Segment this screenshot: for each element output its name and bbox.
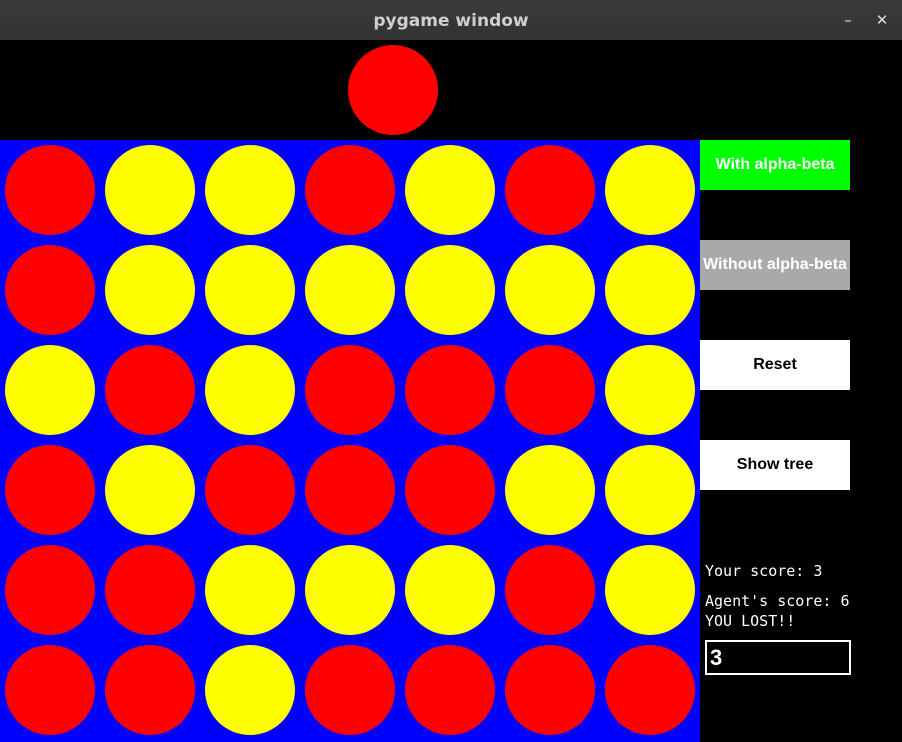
red-disc bbox=[5, 245, 95, 335]
red-disc bbox=[405, 645, 495, 735]
red-disc bbox=[405, 445, 495, 535]
game-canvas[interactable]: With alpha-beta Without alpha-beta Reset… bbox=[0, 40, 902, 742]
yellow-disc bbox=[205, 345, 295, 435]
red-disc bbox=[505, 645, 595, 735]
close-button[interactable]: ✕ bbox=[870, 8, 894, 32]
yellow-disc bbox=[305, 545, 395, 635]
yellow-disc bbox=[305, 245, 395, 335]
red-disc bbox=[105, 345, 195, 435]
reset-button[interactable]: Reset bbox=[700, 340, 850, 390]
yellow-disc bbox=[105, 245, 195, 335]
red-disc bbox=[305, 445, 395, 535]
window-title: pygame window bbox=[373, 11, 529, 31]
red-disc bbox=[105, 645, 195, 735]
game-result-text: YOU LOST!! bbox=[705, 612, 796, 630]
without-alpha-beta-button[interactable]: Without alpha-beta bbox=[700, 240, 850, 290]
agent-score-text: Agent's score: 6 bbox=[705, 592, 850, 610]
red-disc bbox=[505, 545, 595, 635]
red-disc bbox=[305, 345, 395, 435]
depth-input[interactable]: 3 bbox=[705, 640, 851, 675]
yellow-disc bbox=[605, 445, 695, 535]
yellow-disc bbox=[605, 545, 695, 635]
red-disc bbox=[105, 545, 195, 635]
yellow-disc bbox=[405, 145, 495, 235]
red-disc bbox=[205, 445, 295, 535]
connect-four-board[interactable] bbox=[0, 140, 700, 742]
your-score-text: Your score: 3 bbox=[705, 562, 823, 580]
red-disc bbox=[5, 445, 95, 535]
yellow-disc bbox=[505, 445, 595, 535]
game-window: pygame window – ✕ With alpha-beta Withou… bbox=[0, 0, 902, 742]
minimize-button[interactable]: – bbox=[836, 8, 860, 32]
with-alpha-beta-button[interactable]: With alpha-beta bbox=[700, 140, 850, 190]
red-disc bbox=[605, 645, 695, 735]
red-disc bbox=[305, 645, 395, 735]
red-disc bbox=[505, 345, 595, 435]
yellow-disc bbox=[205, 645, 295, 735]
yellow-disc bbox=[405, 545, 495, 635]
red-disc bbox=[505, 145, 595, 235]
yellow-disc bbox=[605, 245, 695, 335]
red-disc bbox=[405, 345, 495, 435]
yellow-disc bbox=[5, 345, 95, 435]
red-disc bbox=[5, 645, 95, 735]
red-disc bbox=[5, 145, 95, 235]
yellow-disc bbox=[405, 245, 495, 335]
red-disc bbox=[305, 145, 395, 235]
yellow-disc bbox=[505, 245, 595, 335]
title-bar: pygame window – ✕ bbox=[0, 0, 902, 41]
yellow-disc bbox=[605, 345, 695, 435]
show-tree-button[interactable]: Show tree bbox=[700, 440, 850, 490]
hover-drop-piece bbox=[348, 45, 438, 135]
yellow-disc bbox=[105, 445, 195, 535]
yellow-disc bbox=[205, 145, 295, 235]
yellow-disc bbox=[605, 145, 695, 235]
yellow-disc bbox=[205, 545, 295, 635]
yellow-disc bbox=[105, 145, 195, 235]
red-disc bbox=[5, 545, 95, 635]
yellow-disc bbox=[205, 245, 295, 335]
